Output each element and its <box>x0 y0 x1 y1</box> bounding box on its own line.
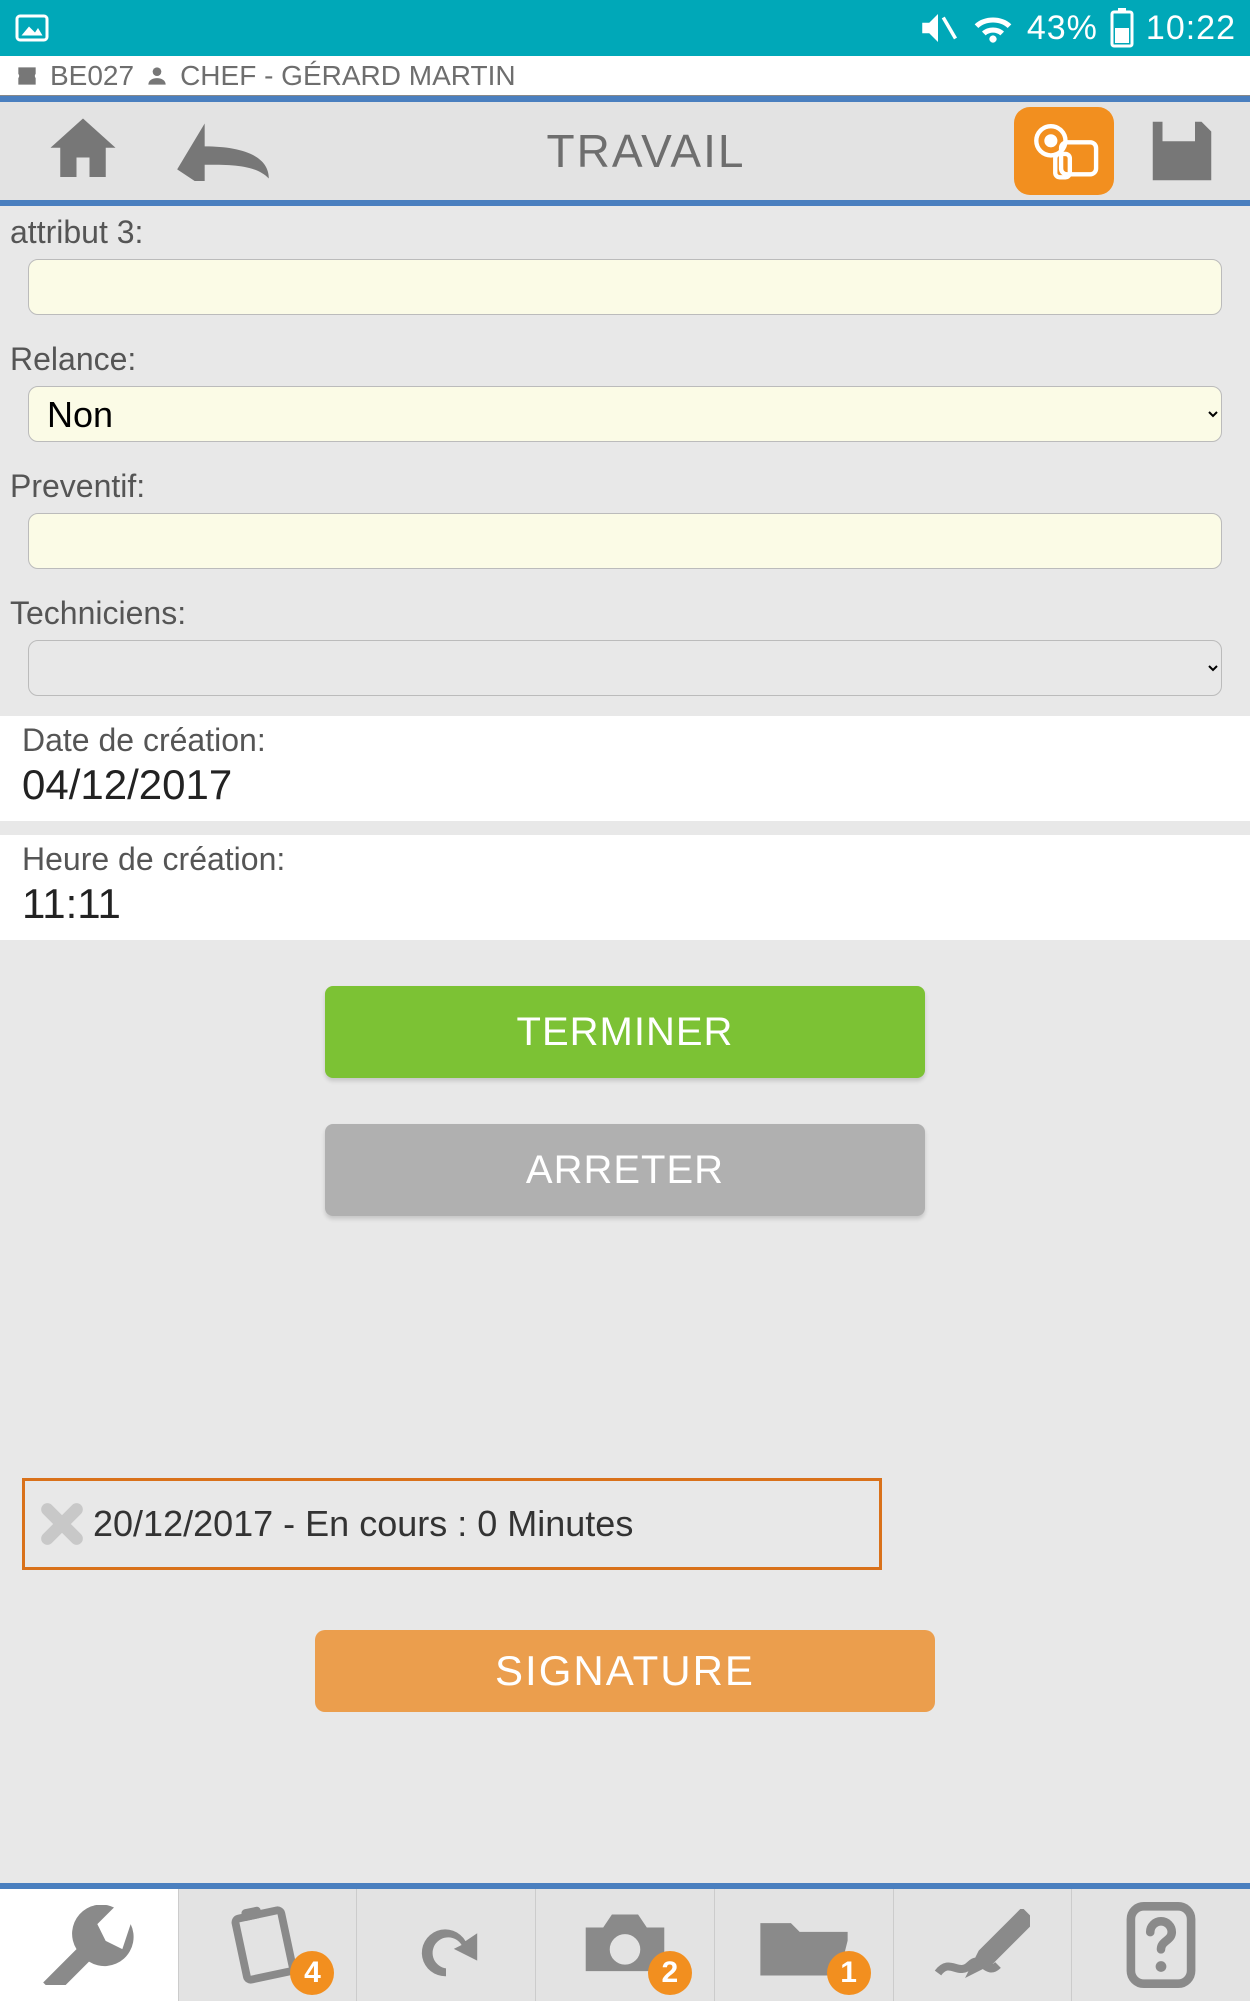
tab-folder[interactable]: 1 <box>715 1889 894 2001</box>
preventif-input[interactable] <box>28 513 1222 569</box>
signature-button[interactable]: SIGNATURE <box>315 1630 935 1712</box>
tab-sign[interactable] <box>894 1889 1073 2001</box>
tab-export[interactable] <box>357 1889 536 2001</box>
battery-percent: 43% <box>1027 9 1098 48</box>
tab-camera[interactable]: 2 <box>536 1889 715 2001</box>
app-toolbar: TRAVAIL <box>0 96 1250 206</box>
relance-select[interactable]: Non <box>28 386 1222 442</box>
status-entry[interactable]: 20/12/2017 - En cours : 0 Minutes <box>22 1478 882 1570</box>
tab-clipboard[interactable]: 4 <box>179 1889 358 2001</box>
terminer-button[interactable]: TERMINER <box>325 986 925 1078</box>
bottom-nav: 4 2 1 <box>0 1883 1250 2001</box>
picture-icon <box>14 10 50 46</box>
clock-text: 10:22 <box>1146 9 1236 48</box>
close-icon[interactable] <box>37 1499 87 1549</box>
badge-clipboard: 4 <box>290 1951 334 1995</box>
wifi-icon <box>971 6 1015 50</box>
attribut3-input[interactable] <box>28 259 1222 315</box>
heure-creation-value: 11:11 <box>22 878 1228 928</box>
identity-code: BE027 <box>50 60 134 92</box>
home-icon[interactable] <box>38 112 128 190</box>
preventif-label: Preventif: <box>0 462 1250 513</box>
person-icon <box>144 63 170 89</box>
date-creation-label: Date de création: <box>22 720 1228 759</box>
battery-icon <box>1110 8 1134 48</box>
mute-icon <box>917 7 959 49</box>
heure-creation-label: Heure de création: <box>22 839 1228 878</box>
arreter-button[interactable]: ARRETER <box>325 1124 925 1216</box>
ticket-icon <box>14 63 40 89</box>
tab-help[interactable] <box>1072 1889 1250 2001</box>
identity-bar: BE027 CHEF - GÉRARD MARTIN <box>0 56 1250 96</box>
work-form: attribut 3: Relance: Non Preventif: Tech… <box>0 206 1250 1712</box>
date-creation-value: 04/12/2017 <box>22 759 1228 809</box>
badge-folder: 1 <box>827 1951 871 1995</box>
status-text: 20/12/2017 - En cours : 0 Minutes <box>93 1503 633 1545</box>
back-icon[interactable] <box>168 121 278 181</box>
attribut3-label: attribut 3: <box>0 208 1250 259</box>
badge-camera: 2 <box>648 1951 692 1995</box>
relance-label: Relance: <box>0 335 1250 386</box>
identity-user: CHEF - GÉRARD MARTIN <box>180 60 516 92</box>
techniciens-select[interactable] <box>28 640 1222 696</box>
techniciens-label: Techniciens: <box>0 589 1250 640</box>
android-status-bar: 43% 10:22 <box>0 0 1250 56</box>
media-button[interactable] <box>1014 107 1114 195</box>
page-title: TRAVAIL <box>278 124 1014 178</box>
tab-work[interactable] <box>0 1889 179 2001</box>
save-icon[interactable] <box>1136 112 1228 190</box>
